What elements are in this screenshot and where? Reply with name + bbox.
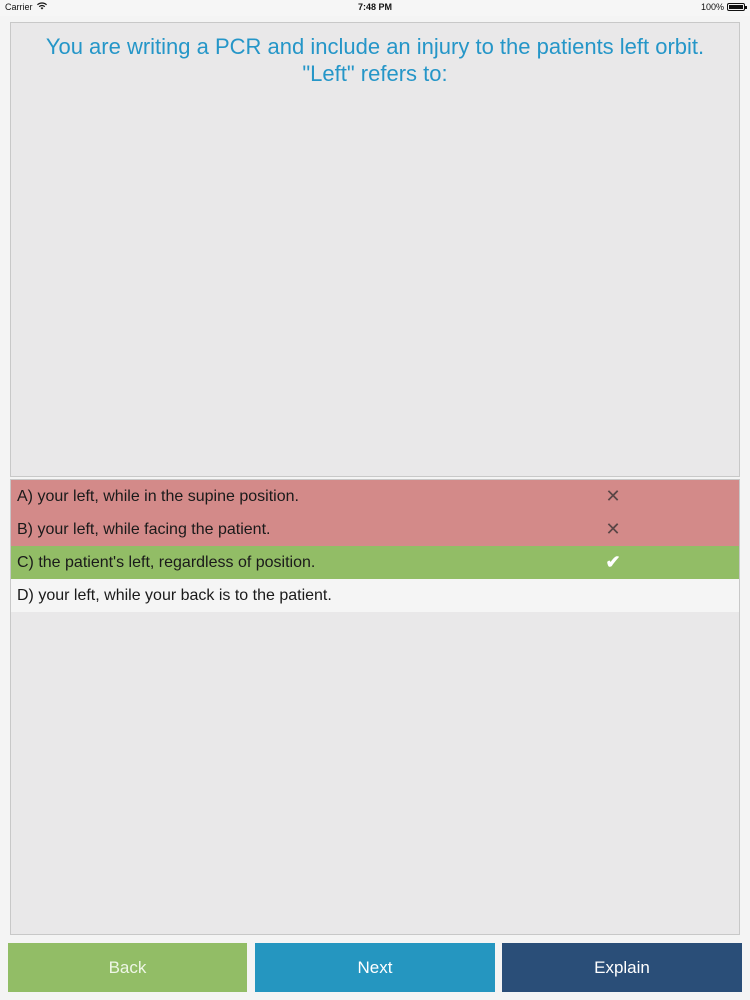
- answer-option-a[interactable]: A) your left, while in the supine positi…: [11, 480, 739, 513]
- question-line-1: You are writing a PCR and include an inj…: [45, 34, 705, 59]
- answer-label: A) your left, while in the supine positi…: [17, 488, 299, 505]
- answer-label: C) the patient's left, regardless of pos…: [17, 554, 316, 571]
- answer-label: D) your left, while your back is to the …: [17, 587, 332, 604]
- back-button[interactable]: Back: [8, 943, 247, 992]
- cross-icon: ✕: [605, 486, 621, 506]
- battery-indicator: 100%: [700, 2, 747, 12]
- clock: 7:48 PM: [357, 2, 392, 12]
- question-text: You are writing a PCR and include an inj…: [21, 33, 729, 87]
- battery-icon: [727, 3, 747, 11]
- answer-label: B) your left, while facing the patient.: [17, 521, 271, 538]
- question-line-2: "Left" refers to:: [302, 61, 448, 86]
- checkmark-icon: ✔: [605, 552, 621, 572]
- answer-option-b[interactable]: B) your left, while facing the patient. …: [11, 513, 739, 546]
- battery-percentage: 100%: [700, 2, 724, 12]
- cross-icon: ✕: [605, 519, 621, 539]
- explain-button[interactable]: Explain: [502, 943, 742, 992]
- answer-option-d[interactable]: D) your left, while your back is to the …: [11, 579, 739, 612]
- question-panel: You are writing a PCR and include an inj…: [10, 22, 740, 477]
- status-bar: Carrier 7:48 PM 100%: [0, 0, 750, 16]
- answer-option-c[interactable]: C) the patient's left, regardless of pos…: [11, 546, 739, 579]
- next-button[interactable]: Next: [255, 943, 495, 992]
- answers-panel: A) your left, while in the supine positi…: [10, 479, 740, 935]
